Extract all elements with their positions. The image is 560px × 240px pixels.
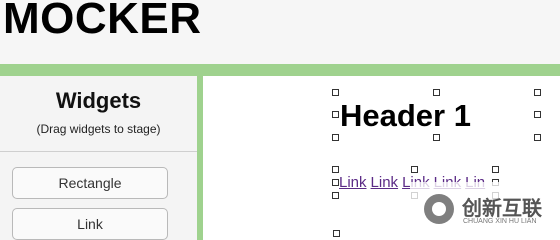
resize-handle[interactable]: [433, 134, 440, 141]
resize-handle[interactable]: [492, 166, 499, 173]
brand-logo-icon: [424, 194, 454, 224]
resize-handle[interactable]: [332, 89, 339, 96]
resize-handle[interactable]: [534, 111, 541, 118]
watermark-brand-cn: 创新互联: [462, 196, 542, 220]
watermark: 创新互联 CHUANG XIN HU LIAN: [410, 182, 560, 240]
resize-handle[interactable]: [534, 134, 541, 141]
resize-handle[interactable]: [332, 166, 339, 173]
sidebar-title: Widgets: [55, 88, 142, 113]
resize-handle[interactable]: [332, 179, 339, 186]
rectangle-widget-button[interactable]: Rectangle: [12, 167, 168, 199]
resize-handle[interactable]: [534, 89, 541, 96]
stage-header-element[interactable]: Header 1: [340, 98, 471, 134]
resize-handle[interactable]: [332, 192, 339, 199]
resize-handle[interactable]: [433, 89, 440, 96]
app-header: MOCKER: [0, 0, 560, 64]
link-widget-button[interactable]: Link: [12, 208, 168, 240]
resize-handle[interactable]: [411, 166, 418, 173]
stage-link[interactable]: Link: [339, 174, 367, 191]
widgets-sidebar: Widgets (Drag widgets to stage) Rectangl…: [0, 76, 203, 240]
header-divider: [0, 64, 560, 76]
stage-link[interactable]: Link: [371, 174, 399, 191]
resize-handle[interactable]: [332, 111, 339, 118]
sidebar-subtitle: (Drag widgets to stage): [36, 122, 161, 136]
resize-handle[interactable]: [333, 230, 340, 237]
watermark-brand-en: CHUANG XIN HU LIAN: [463, 218, 537, 225]
resize-handle[interactable]: [332, 134, 339, 141]
sidebar-divider: [0, 151, 197, 152]
app-title: MOCKER: [3, 0, 202, 43]
